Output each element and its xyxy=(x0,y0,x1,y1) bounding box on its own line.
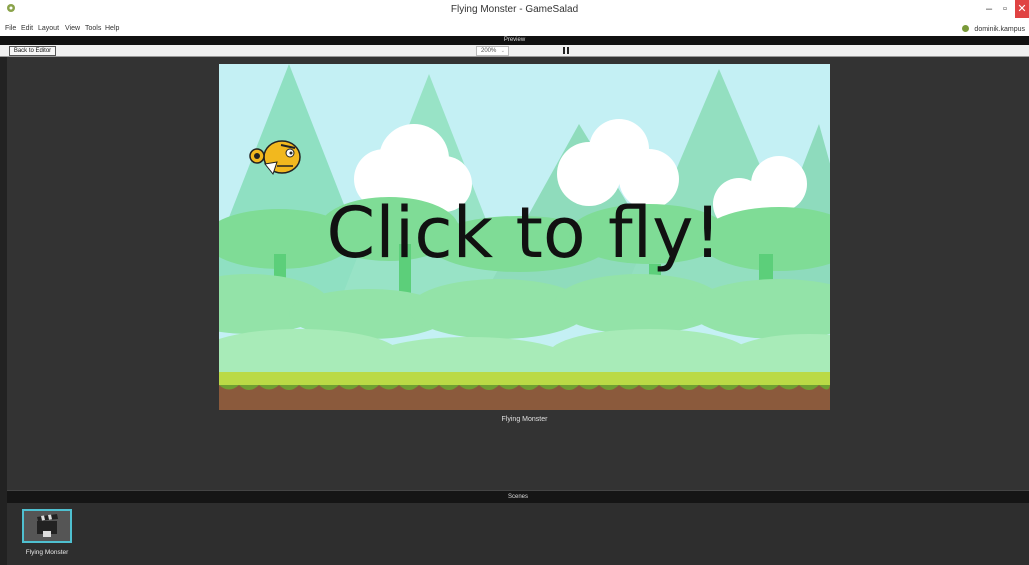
game-scene: Click to fly! xyxy=(219,64,830,410)
user-account[interactable]: dominik.kampus xyxy=(962,25,1025,33)
zoom-value: 200% xyxy=(481,48,497,54)
click-to-fly-text: Click to fly! xyxy=(326,192,721,274)
back-to-editor-button[interactable]: Back to Editor xyxy=(9,46,56,56)
menu-tools[interactable]: Tools xyxy=(85,25,101,32)
maximize-button[interactable]: ▫ xyxy=(998,0,1012,18)
pause-icon[interactable] xyxy=(562,47,570,55)
menu-view[interactable]: View xyxy=(65,25,80,32)
close-button[interactable]: ✕ xyxy=(1015,0,1029,18)
scenes-panel: Flying Monster xyxy=(7,503,1029,565)
left-border xyxy=(0,57,7,565)
clapperboard-icon xyxy=(37,514,58,537)
minimize-button[interactable]: – xyxy=(982,0,996,18)
scene-label: Flying Monster xyxy=(25,549,69,556)
scene-thumbnail[interactable] xyxy=(22,509,72,543)
window-title: Flying Monster - GameSalad xyxy=(450,4,579,15)
preview-toolbar: Back to Editor 200% ⌄ xyxy=(0,45,1029,57)
preview-header: Preview xyxy=(0,36,1029,45)
menu-help[interactable]: Help xyxy=(105,25,119,32)
game-preview[interactable]: Click to fly! xyxy=(219,64,830,410)
menu-file[interactable]: File xyxy=(5,25,16,32)
user-name: dominik.kampus xyxy=(974,26,1025,33)
user-icon xyxy=(962,25,970,32)
menu-bar: File Edit Layout View Tools Help dominik… xyxy=(0,24,1029,36)
zoom-select[interactable]: 200% ⌄ xyxy=(476,46,509,56)
menu-layout[interactable]: Layout xyxy=(38,25,59,32)
menu-edit[interactable]: Edit xyxy=(21,25,33,32)
chevron-down-icon: ⌄ xyxy=(500,48,505,54)
title-bar: Flying Monster - GameSalad – ▫ ✕ xyxy=(0,0,1029,24)
scenes-header: Scenes xyxy=(7,490,1029,503)
scene-caption: Flying Monster xyxy=(501,416,548,423)
